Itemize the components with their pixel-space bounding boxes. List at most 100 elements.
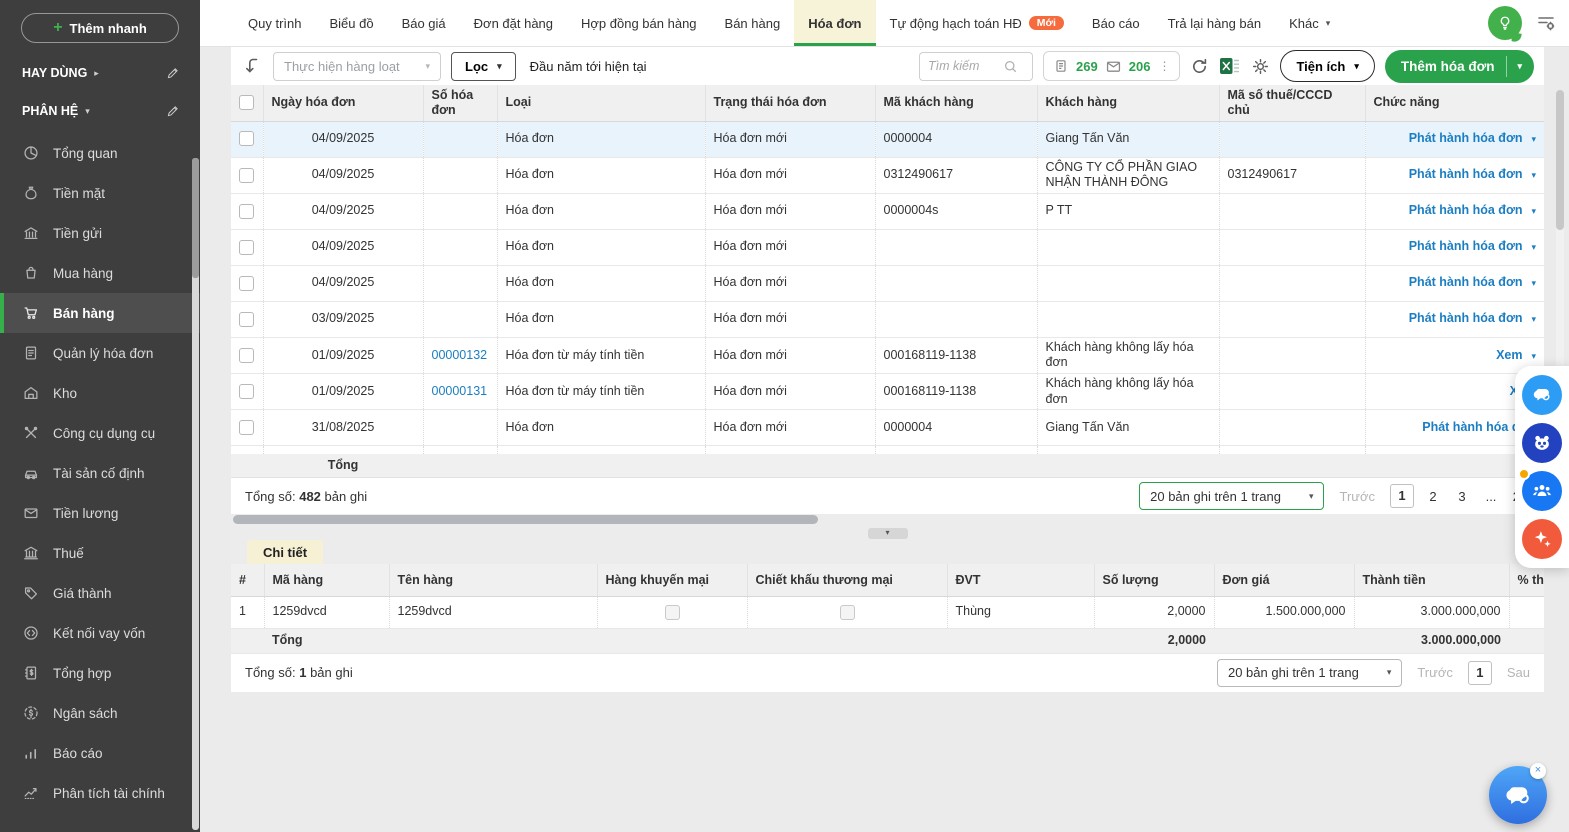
page-size-select[interactable]: 20 bản ghi trên 1 trang ▾ (1139, 482, 1324, 510)
assistant-lightbulb-icon[interactable] (1488, 6, 1522, 40)
invoice-row[interactable]: 04/09/2025Hóa đơnHóa đơn mớiPhát hành hó… (231, 265, 1544, 301)
row-checkbox[interactable] (239, 384, 254, 399)
tab-khac[interactable]: Khác▾ (1275, 0, 1344, 46)
col-unit-price[interactable]: Đơn giá (1214, 564, 1354, 596)
row-checkbox[interactable] (239, 276, 254, 291)
invoice-number-link[interactable]: 00000132 (432, 348, 488, 362)
invoice-number-link[interactable]: 00000131 (432, 384, 488, 398)
invoice-row[interactable]: 04/09/2025Hóa đơnHóa đơn mới0000004Giang… (231, 121, 1544, 157)
horizontal-scrollbar[interactable] (231, 514, 1544, 526)
col-trade-discount[interactable]: Chiết khấu thương mại (747, 564, 947, 596)
email-count[interactable]: 206 (1129, 59, 1151, 74)
sidebar-item-report-chart[interactable]: Báo cáo (0, 733, 200, 773)
row-action-link[interactable]: Phát hành hóa đơn (1409, 275, 1523, 289)
utilities-button[interactable]: Tiện ích ▾ (1280, 50, 1374, 82)
sidebar-item-budget-coin[interactable]: Ngân sách (0, 693, 200, 733)
sidebar-item-invoice-doc[interactable]: Quản lý hóa đơn (0, 333, 200, 373)
chevron-down-icon[interactable]: ▾ (1507, 61, 1534, 72)
row-action-link[interactable]: Phát hành hóa đơn (1409, 131, 1523, 145)
col-item-code[interactable]: Mã hàng (264, 564, 389, 596)
prev-page-button[interactable]: Trước (1339, 489, 1375, 504)
sidebar-item-loan-link[interactable]: Kết nối vay vốn (0, 613, 200, 653)
sidebar-section-modules[interactable]: PHÂN HỆ ▾ (0, 89, 200, 127)
chevron-down-icon[interactable]: ▾ (1531, 278, 1536, 288)
community-group-icon[interactable] (1522, 471, 1562, 511)
quick-add-button[interactable]: + Thêm nhanh (21, 13, 179, 43)
row-action-link[interactable]: Phát hành hóa đơn (1409, 167, 1523, 181)
sidebar-scrollbar[interactable] (192, 158, 199, 830)
tab--on-at-hang[interactable]: Đơn đặt hàng (460, 0, 567, 46)
edit-pencil-icon[interactable] (166, 66, 180, 80)
sidebar-item-sales-cart[interactable]: Bán hàng (0, 293, 200, 333)
col-customer-code[interactable]: Mã khách hàng (875, 85, 1037, 121)
sidebar-item-payroll[interactable]: Tiền lương (0, 493, 200, 533)
col-item-name[interactable]: Tên hàng (389, 564, 597, 596)
col-promo[interactable]: Hàng khuyến mại (597, 564, 747, 596)
invoice-row[interactable]: 01/09/202500000131Hóa đơn từ máy tính ti… (231, 374, 1544, 410)
select-all-checkbox[interactable] (239, 95, 254, 110)
invoice-row[interactable]: 04/09/2025Hóa đơnHóa đơn mớiPhát hành hó… (231, 229, 1544, 265)
detail-page-button[interactable]: 1 (1468, 661, 1492, 685)
row-action-link[interactable]: Xem (1496, 348, 1522, 362)
sidebar-section-frequent[interactable]: HAY DÙNG ▸ (0, 51, 200, 89)
tab-hoa-on[interactable]: Hóa đơn (794, 0, 875, 46)
invoice-row[interactable]: 31/08/2025Hóa đơnHóa đơn mới0000004Giang… (231, 410, 1544, 446)
gear-icon[interactable] (1251, 57, 1270, 76)
row-checkbox[interactable] (239, 131, 254, 146)
row-checkbox[interactable] (239, 168, 254, 183)
sidebar-item-fixed-asset-car[interactable]: Tài sản cố định (0, 453, 200, 493)
col-tax-code[interactable]: Mã số thuế/CCCD chủ (1219, 85, 1365, 121)
col-unit[interactable]: ĐVT (947, 564, 1094, 596)
sort-order-icon[interactable] (243, 56, 263, 76)
close-icon[interactable]: × (1530, 763, 1546, 779)
invoice-row[interactable]: 01/09/202500000132Hóa đơn từ máy tính ti… (231, 337, 1544, 373)
tab-tu-ong-hach-toan-h-[interactable]: Tự động hạch toán HĐMới (876, 0, 1078, 46)
filter-button[interactable]: Lọc ▾ (451, 52, 516, 81)
invoice-row[interactable] (231, 446, 1544, 454)
chevron-down-icon[interactable]: ▾ (1531, 206, 1536, 216)
panda-bot-icon[interactable] (1522, 423, 1562, 463)
messenger-chat-icon[interactable] (1522, 375, 1562, 415)
row-checkbox[interactable] (239, 420, 254, 435)
col-quantity[interactable]: Số lượng (1094, 564, 1214, 596)
col-date[interactable]: Ngày hóa đơn (263, 85, 423, 121)
promo-checkbox[interactable] (665, 605, 680, 620)
col-amount[interactable]: Thành tiền (1354, 564, 1509, 596)
tab-quy-trinh[interactable]: Quy trình (234, 0, 315, 46)
invoice-row[interactable]: 03/09/2025Hóa đơnHóa đơn mớiPhát hành hó… (231, 301, 1544, 337)
sidebar-item-price-tag[interactable]: Giá thành (0, 573, 200, 613)
chat-fab-button[interactable]: × (1489, 766, 1547, 824)
export-excel-icon[interactable] (1219, 56, 1241, 76)
page-button[interactable]: 3 (1452, 489, 1472, 504)
col-status[interactable]: Trạng thái hóa đơn (705, 85, 875, 121)
col-number[interactable]: Số hóa đơn (423, 85, 497, 121)
sidebar-item-tools[interactable]: Công cụ dụng cụ (0, 413, 200, 453)
row-action-link[interactable]: Phát hành hóa đơn (1409, 239, 1523, 253)
row-checkbox[interactable] (239, 312, 254, 327)
sidebar-item-bank-deposit[interactable]: Tiền gửi (0, 213, 200, 253)
edit-pencil-icon[interactable] (166, 104, 180, 118)
vscroll-thumb[interactable] (1556, 90, 1564, 230)
view-settings-icon[interactable] (1535, 12, 1557, 34)
ai-sparkle-icon[interactable] (1522, 519, 1562, 559)
tab-tra-lai-hang-ban[interactable]: Trả lại hàng bán (1154, 0, 1275, 46)
invoice-row[interactable]: 04/09/2025Hóa đơnHóa đơn mới0312490617CÔ… (231, 157, 1544, 193)
collapse-detail-button[interactable]: ▾ (868, 528, 908, 539)
detail-prev-page-button[interactable]: Trước (1417, 665, 1453, 680)
col-tax-pct[interactable]: % thuế (1509, 564, 1544, 596)
trade-discount-checkbox[interactable] (840, 605, 855, 620)
hscroll-thumb[interactable] (233, 515, 818, 524)
sidebar-item-overview[interactable]: Tổng quan (0, 133, 200, 173)
row-action-link[interactable]: Phát hành hóa đơn (1409, 311, 1523, 325)
chevron-down-icon[interactable]: ▾ (1531, 314, 1536, 324)
page-button[interactable]: 1 (1390, 484, 1414, 508)
sidebar-item-purchase[interactable]: Mua hàng (0, 253, 200, 293)
row-checkbox[interactable] (239, 204, 254, 219)
col-customer[interactable]: Khách hàng (1037, 85, 1219, 121)
chevron-down-icon[interactable]: ▾ (1531, 134, 1536, 144)
page-button[interactable]: 2 (1423, 489, 1443, 504)
chevron-down-icon[interactable]: ▾ (1531, 351, 1536, 361)
invoice-row[interactable]: 04/09/2025Hóa đơnHóa đơn mới0000004sP TT… (231, 193, 1544, 229)
sidebar-item-finance-trend[interactable]: Phân tích tài chính (0, 773, 200, 813)
search-icon[interactable] (1003, 59, 1018, 74)
